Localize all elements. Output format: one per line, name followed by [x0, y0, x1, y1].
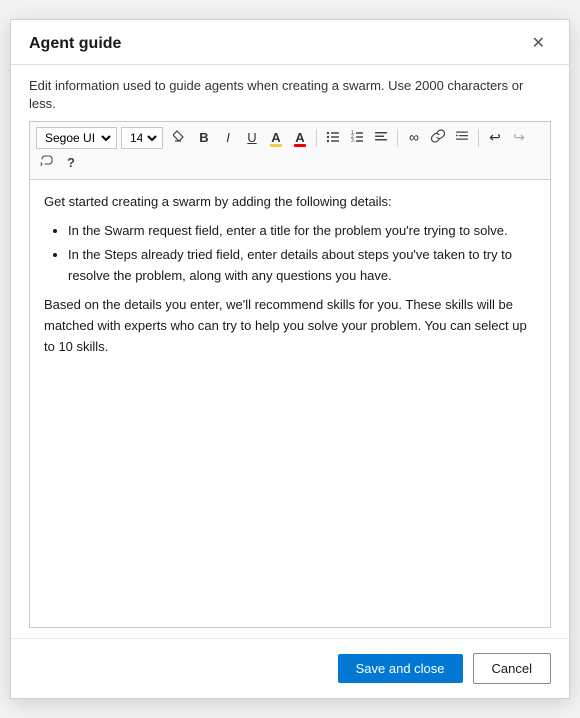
svg-text:3.: 3.: [351, 138, 355, 143]
bold-button[interactable]: B: [193, 127, 215, 149]
help-button[interactable]: ?: [60, 152, 82, 174]
editor-list: In the Swarm request field, enter a titl…: [68, 221, 536, 287]
bullets-button[interactable]: [322, 127, 344, 150]
font-size-select[interactable]: 8 10 11 12 14 16 18 24: [124, 129, 160, 147]
editor-bullet-2: In the Steps already tried field, enter …: [68, 245, 536, 287]
highlight-button[interactable]: A: [265, 127, 287, 149]
toolbar: Segoe UI Arial Calibri 8 10 11 12 14 16 …: [30, 122, 550, 179]
toolbar-divider-2: [397, 129, 398, 147]
indent-button[interactable]: [451, 127, 473, 150]
modal-title: Agent guide: [29, 35, 121, 53]
special-chars-button[interactable]: [36, 152, 58, 175]
clear-formatting-button[interactable]: [169, 127, 191, 150]
font-size-wrapper[interactable]: 8 10 11 12 14 16 18 24: [121, 127, 163, 149]
toolbar-divider-3: [478, 129, 479, 147]
font-family-select[interactable]: Segoe UI Arial Calibri: [39, 129, 114, 147]
close-button[interactable]: ✕: [526, 34, 551, 54]
align-button[interactable]: [370, 127, 392, 150]
editor-closing: Based on the details you enter, we'll re…: [44, 295, 536, 357]
editor-bullet-1: In the Swarm request field, enter a titl…: [68, 221, 536, 242]
redo-button[interactable]: ↪: [508, 126, 530, 150]
link-button[interactable]: [427, 127, 449, 150]
unlink-button[interactable]: ∞: [403, 126, 425, 150]
modal-description: Edit information used to guide agents wh…: [11, 65, 569, 121]
modal-footer: Save and close Cancel: [11, 638, 569, 698]
toolbar-divider-1: [316, 129, 317, 147]
numbering-button[interactable]: 1. 2. 3.: [346, 127, 368, 150]
modal-header: Agent guide ✕: [11, 20, 569, 65]
editor-intro: Get started creating a swarm by adding t…: [44, 192, 536, 213]
undo-button[interactable]: ↩: [484, 126, 506, 150]
italic-button[interactable]: I: [217, 127, 239, 149]
agent-guide-modal: Agent guide ✕ Edit information used to g…: [10, 19, 570, 699]
font-color-button[interactable]: A: [289, 127, 311, 149]
font-family-wrapper[interactable]: Segoe UI Arial Calibri: [36, 127, 117, 149]
underline-button[interactable]: U: [241, 127, 263, 149]
editor-body[interactable]: Get started creating a swarm by adding t…: [30, 180, 550, 627]
editor-container: Segoe UI Arial Calibri 8 10 11 12 14 16 …: [29, 121, 551, 628]
save-and-close-button[interactable]: Save and close: [338, 654, 463, 683]
cancel-button[interactable]: Cancel: [473, 653, 551, 684]
